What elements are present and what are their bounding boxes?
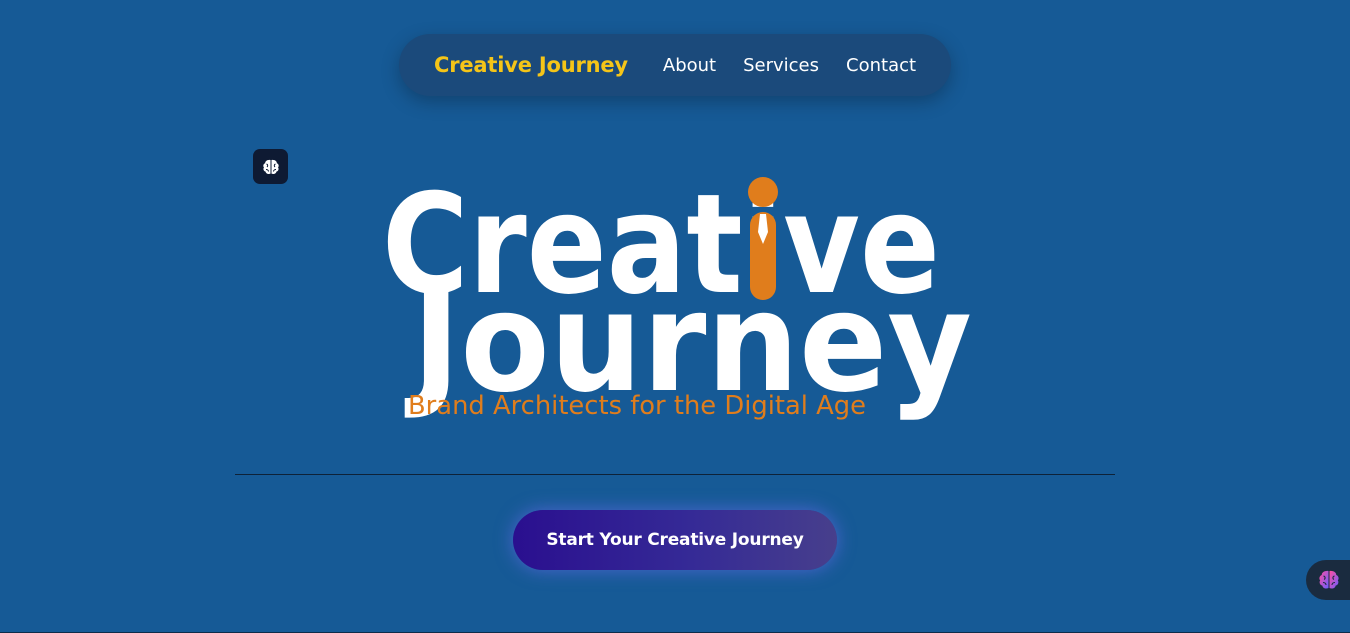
nav-link-services[interactable]: Services	[743, 55, 819, 76]
nav-brand[interactable]: Creative Journey	[434, 53, 628, 77]
page: Creative Journey About Services Contact …	[0, 0, 1350, 633]
nav-link-contact[interactable]: Contact	[846, 55, 916, 76]
section-divider	[235, 474, 1115, 475]
top-nav: Creative Journey About Services Contact	[399, 34, 951, 96]
floating-assistant-button[interactable]	[1306, 560, 1350, 600]
logo-tagline: Brand Architects for the Digital Age	[408, 391, 866, 421]
start-journey-button[interactable]: Start Your Creative Journey	[513, 510, 837, 570]
brain-icon	[262, 159, 279, 174]
brain-badge-button[interactable]	[253, 149, 288, 184]
nav-link-about[interactable]: About	[663, 55, 716, 76]
creative-journey-logo: Creative Journey Brand Architects for th…	[382, 170, 972, 423]
brain-gradient-icon	[1319, 570, 1339, 589]
